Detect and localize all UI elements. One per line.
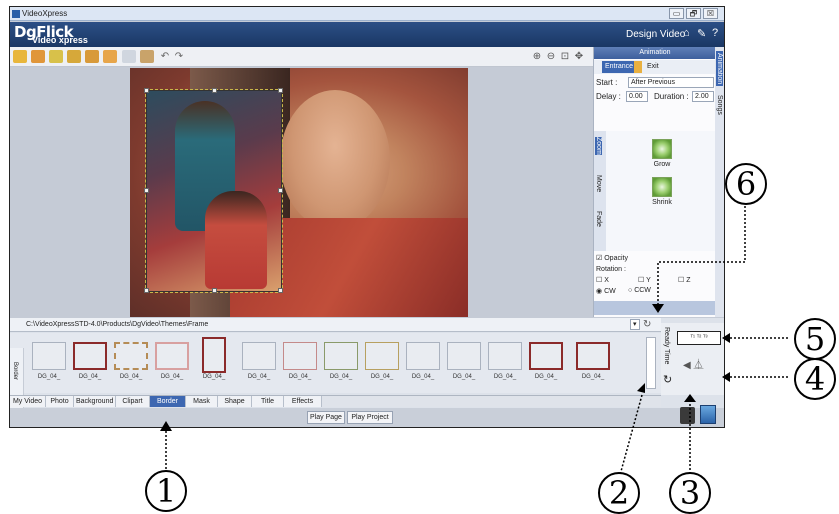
callout-1: 1 [145, 470, 187, 512]
annotation-lines [160, 198, 790, 478]
callout-2: 2 [598, 472, 640, 514]
callout-4: 4 [794, 358, 836, 400]
callout-6: 6 [725, 163, 767, 205]
callout-5: 5 [794, 318, 836, 360]
callout-3: 3 [669, 472, 711, 514]
